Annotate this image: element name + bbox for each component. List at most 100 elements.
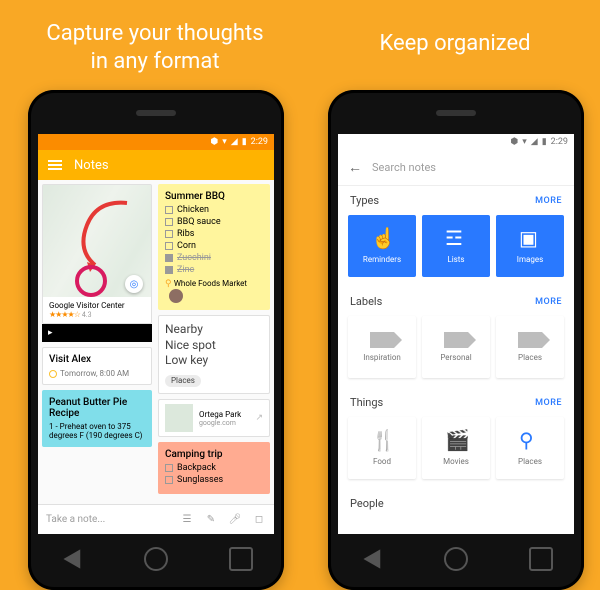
label-icon [444,332,468,348]
section-title: Things [350,396,383,409]
section-things: Things MORE 🍴 Food 🎬 Movies ⚲ Places [338,388,574,489]
recents-button[interactable] [529,547,553,571]
draw-icon[interactable]: ✎ [204,513,218,527]
note-visit[interactable]: Visit Alex Tomorrow, 8:00 AM [42,347,152,385]
section-title: Labels [350,295,382,308]
note-camping[interactable]: Camping trip Backpack Sunglasses [158,442,270,494]
phone-earpiece [436,110,476,116]
caption-left: Capture your thoughts in any format [25,20,285,75]
map-rating: 4.3 [82,311,92,319]
more-link[interactable]: MORE [535,297,562,307]
tile-images[interactable]: ▣ Images [496,215,564,277]
movie-icon: 🎬 [445,430,467,452]
label-icon [518,332,542,348]
tile-reminders[interactable]: ☝ Reminders [348,215,416,277]
list-item: Backpack [177,463,216,473]
tile-movies[interactable]: 🎬 Movies [422,417,490,479]
screen-search: ⬢ ▾ ◢ ▮ 2:29 ← Search notes Types MORE ☝… [338,134,574,534]
tag-pill: Places [165,375,201,387]
battery-icon: ▮ [542,137,547,147]
toolbar-title: Notes [74,158,109,173]
note-map[interactable]: ◎ Google Visitor Center ★★★★☆ 4.3 [42,184,152,324]
debug-icon: ⬢ [510,137,518,147]
note-photo-strip[interactable]: ▸ [42,324,152,342]
tile-label: Inspiration [363,353,401,362]
section-title: Types [350,194,379,207]
list-icon: ☲ [445,228,467,250]
phone-right: ⬢ ▾ ◢ ▮ 2:29 ← Search notes Types MORE ☝… [328,90,584,590]
tile-label: Personal [440,353,471,362]
back-button[interactable] [359,547,383,571]
back-button[interactable] [59,547,83,571]
more-link[interactable]: MORE [535,398,562,408]
signal-icon: ◢ [231,137,238,147]
note-title: Peanut Butter Pie Recipe [49,397,145,419]
tile-inspiration[interactable]: Inspiration [348,316,416,378]
list-item: Ribs [177,229,194,239]
compose-bar: Take a note... ☰ ✎ 🎤︎ ◻︎ [38,504,274,534]
notes-grid: ◎ Google Visitor Center ★★★★☆ 4.3 ▸ Visi… [38,180,274,504]
notes-toolbar: Notes [38,150,274,180]
avatar [169,289,183,303]
note-bbq[interactable]: Summer BBQ Chicken BBQ sauce Ribs Corn Z… [158,184,270,310]
location-text: Whole Foods Market [174,279,247,288]
note-recipe[interactable]: Peanut Butter Pie Recipe 1 - Preheat ove… [42,390,152,447]
screen-notes: ⬢ ▾ ◢ ▮ 2:29 Notes ◎ Goog [38,134,274,534]
list-item: Corn [177,241,196,251]
note-line: Low key [165,353,263,369]
search-bar: ← Search notes [338,150,574,186]
note-nearby[interactable]: Nearby Nice spot Low key Places [158,315,270,394]
tile-personal[interactable]: Personal [422,316,490,378]
compose-input[interactable]: Take a note... [46,514,105,525]
note-body: 1 - Preheat oven to 375 degrees F (190 d… [49,422,145,440]
status-bar: ⬢ ▾ ◢ ▮ 2:29 [338,134,574,150]
map-footer: Google Visitor Center ★★★★☆ 4.3 [43,297,151,323]
reminder-icon: ☝ [371,228,393,250]
section-title: People [350,497,384,510]
android-nav [28,542,284,576]
camera-icon[interactable]: ◻︎ [252,513,266,527]
map-thumb [165,404,193,432]
my-location-icon[interactable]: ◎ [125,275,143,293]
debug-icon: ⬢ [210,137,218,147]
clock-icon [49,370,57,378]
note-line: Nice spot [165,338,263,354]
tile-lists[interactable]: ☲ Lists [422,215,490,277]
pin-icon: ⚲ [165,279,172,289]
image-icon: ▣ [519,228,541,250]
pin-icon: ⚲ [519,430,541,452]
more-link[interactable]: MORE [535,196,562,206]
back-icon[interactable]: ← [348,159,362,176]
section-people: People [338,489,574,518]
link-title: Ortega Park [199,410,249,419]
menu-icon[interactable] [48,160,62,170]
tile-places[interactable]: Places [496,316,564,378]
home-button[interactable] [444,547,468,571]
tile-label: Lists [447,255,464,264]
play-icon: ▸ [48,328,53,338]
search-input[interactable]: Search notes [372,161,436,174]
android-nav [328,542,584,576]
clock-text: 2:29 [251,137,268,147]
tile-places-thing[interactable]: ⚲ Places [496,417,564,479]
mic-icon[interactable]: 🎤︎ [228,513,242,527]
caption-right: Keep organized [335,30,575,58]
tile-food[interactable]: 🍴 Food [348,417,416,479]
list-item: Zinc [177,265,194,275]
list-icon[interactable]: ☰ [180,513,194,527]
tile-label: Food [373,457,391,466]
rating-stars-icon: ★★★★☆ [49,310,80,319]
note-ortega[interactable]: Ortega Park google.com ↗ [158,399,270,437]
wifi-icon: ▾ [522,137,527,147]
reminder-text: Tomorrow, 8:00 AM [60,369,129,378]
home-button[interactable] [144,547,168,571]
tile-label: Places [518,353,542,362]
status-bar: ⬢ ▾ ◢ ▮ 2:29 [38,134,274,150]
note-title: Visit Alex [49,354,145,365]
open-link-icon[interactable]: ↗ [255,413,263,423]
section-types: Types MORE ☝ Reminders ☲ Lists ▣ Images [338,186,574,287]
recents-button[interactable] [229,547,253,571]
map-place-name: Google Visitor Center [49,301,145,310]
food-icon: 🍴 [371,430,393,452]
list-item: Chicken [177,205,209,215]
